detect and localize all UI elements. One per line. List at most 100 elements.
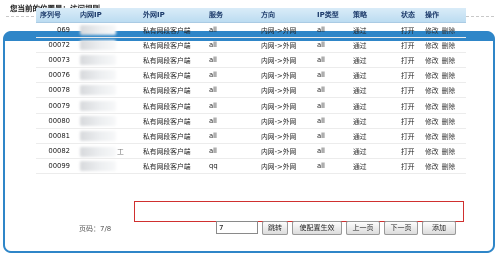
col-policy-header: 策略 xyxy=(349,8,397,23)
row-status: 打开 xyxy=(397,128,421,145)
row-ip-type: all xyxy=(313,52,349,69)
row-seq: 00081 xyxy=(36,128,76,145)
col-seq-header: 序列号 xyxy=(36,8,76,23)
rules-table: 序列号 内网IP 外网IP 服务 方向 IP类型 策略 状态 操作 069 私有网段客户端 all 内… xyxy=(36,8,466,175)
delete-link[interactable]: 删除 xyxy=(442,57,456,65)
table-row: 00076 私有网段客户端 all 内网->外网 all 通过 打开 修改 删除 xyxy=(36,67,466,84)
row-direction: 内网->外网 xyxy=(257,143,313,160)
redacted-ip xyxy=(80,39,116,50)
apply-config-button[interactable]: 使配置生效 xyxy=(292,221,342,235)
row-policy: 通过 xyxy=(349,113,397,129)
row-policy: 通过 xyxy=(349,97,397,114)
edit-link[interactable]: 修改 xyxy=(425,103,439,111)
row-seq: 00079 xyxy=(36,97,76,114)
row-outer-ip: 私有网段客户端 xyxy=(139,52,205,69)
redacted-ip xyxy=(80,85,116,96)
row-service: qq xyxy=(205,158,257,175)
row-actions: 修改 删除 xyxy=(421,67,466,84)
row-seq: 00073 xyxy=(36,52,76,69)
row-inner-ip xyxy=(76,82,139,99)
prev-page-button[interactable]: 上一页 xyxy=(346,221,380,235)
row-actions: 修改 删除 xyxy=(421,113,466,129)
edit-link[interactable]: 修改 xyxy=(425,87,439,95)
row-ip-type: all xyxy=(313,158,349,175)
page-number-input[interactable] xyxy=(216,221,258,234)
table-row: 00082 工私有网段客户端 all 内网->外网 all 通过 打开 修改 删除 xyxy=(36,143,466,160)
delete-link[interactable]: 删除 xyxy=(442,118,456,126)
row-inner-ip xyxy=(76,128,139,145)
edit-link[interactable]: 修改 xyxy=(425,57,439,65)
row-outer-ip: 私有网段客户端 xyxy=(139,158,205,175)
row-actions: 修改 删除 xyxy=(421,37,466,53)
redacted-ip xyxy=(80,130,116,141)
row-inner-ip: 工 xyxy=(76,143,139,160)
edit-link[interactable]: 修改 xyxy=(425,133,439,141)
redacted-ip xyxy=(80,161,116,172)
delete-link[interactable]: 删除 xyxy=(442,72,456,80)
row-status: 打开 xyxy=(397,67,421,84)
row-inner-ip xyxy=(76,67,139,84)
row-policy: 通过 xyxy=(349,67,397,84)
delete-link[interactable]: 删除 xyxy=(442,27,456,35)
redacted-ip xyxy=(80,146,116,157)
delete-link[interactable]: 删除 xyxy=(442,42,456,50)
row-actions: 修改 删除 xyxy=(421,52,466,69)
edit-link[interactable]: 修改 xyxy=(425,42,439,50)
row-ip-type: all xyxy=(313,37,349,53)
row-actions: 修改 删除 xyxy=(421,82,466,99)
row-direction: 内网->外网 xyxy=(257,158,313,175)
edit-link[interactable]: 修改 xyxy=(425,148,439,156)
row-direction: 内网->外网 xyxy=(257,82,313,99)
col-outer-ip-header: 外网IP xyxy=(139,8,205,23)
row-outer-ip: 私有网段客户端 xyxy=(139,97,205,114)
table-body: 069 私有网段客户端 all 内网->外网 all 通过 打开 修改 删除 00072 私有网段客… xyxy=(36,22,466,175)
next-page-button[interactable]: 下一页 xyxy=(384,221,418,235)
edit-link[interactable]: 修改 xyxy=(425,163,439,171)
row-actions: 修改 删除 xyxy=(421,128,466,145)
row-ip-type: all xyxy=(313,22,349,38)
edit-link[interactable]: 修改 xyxy=(425,72,439,80)
table-row: 069 私有网段客户端 all 内网->外网 all 通过 打开 修改 删除 xyxy=(36,22,466,38)
delete-link[interactable]: 删除 xyxy=(442,148,456,156)
row-outer-ip: 私有网段客户端 xyxy=(139,143,205,160)
col-status-header: 状态 xyxy=(397,8,421,23)
add-rule-button[interactable]: 添加 xyxy=(422,221,456,235)
row-status: 打开 xyxy=(397,113,421,129)
row-ip-type: all xyxy=(313,67,349,84)
delete-link[interactable]: 删除 xyxy=(442,87,456,95)
delete-link[interactable]: 删除 xyxy=(442,103,456,111)
row-status: 打开 xyxy=(397,158,421,175)
row-service: all xyxy=(205,82,257,99)
row-status: 打开 xyxy=(397,22,421,38)
delete-link[interactable]: 删除 xyxy=(442,133,456,141)
delete-link[interactable]: 删除 xyxy=(442,163,456,171)
edit-link[interactable]: 修改 xyxy=(425,27,439,35)
row-policy: 通过 xyxy=(349,22,397,38)
row-policy: 通过 xyxy=(349,82,397,99)
row-direction: 内网->外网 xyxy=(257,128,313,145)
row-seq: 00082 xyxy=(36,143,76,160)
row-outer-ip: 私有网段客户端 xyxy=(139,37,205,53)
row-outer-ip: 私有网段客户端 xyxy=(139,113,205,129)
col-actions-header: 操作 xyxy=(421,8,466,23)
table-row: 00081 私有网段客户端 all 内网->外网 all 通过 打开 修改 删除 xyxy=(36,128,466,145)
row-status: 打开 xyxy=(397,97,421,114)
row-seq: 00099 xyxy=(36,158,76,175)
row-policy: 通过 xyxy=(349,158,397,175)
jump-button[interactable]: 跳转 xyxy=(262,221,288,235)
redacted-ip xyxy=(80,115,116,126)
row-status: 打开 xyxy=(397,143,421,160)
table-row: 00079 私有网段客户端 all 内网->外网 all 通过 打开 修改 删除 xyxy=(36,97,466,114)
edit-link[interactable]: 修改 xyxy=(425,118,439,126)
table-row: 00072 私有网段客户端 all 内网->外网 all 通过 打开 修改 删除 xyxy=(36,37,466,53)
row-ip-type: all xyxy=(313,97,349,114)
row-inner-ip xyxy=(76,158,139,175)
row-service: all xyxy=(205,113,257,129)
row-service: all xyxy=(205,67,257,84)
row-outer-ip: 私有网段客户端 xyxy=(139,82,205,99)
row-status: 打开 xyxy=(397,52,421,69)
row-outer-ip: 私有网段客户端 xyxy=(139,67,205,84)
pager: 页码：7/8 跳转 使配置生效 上一页 下一页 添加 xyxy=(0,220,500,240)
table-row: 00078 私有网段客户端 all 内网->外网 all 通过 打开 修改 删除 xyxy=(36,82,466,99)
row-direction: 内网->外网 xyxy=(257,37,313,53)
